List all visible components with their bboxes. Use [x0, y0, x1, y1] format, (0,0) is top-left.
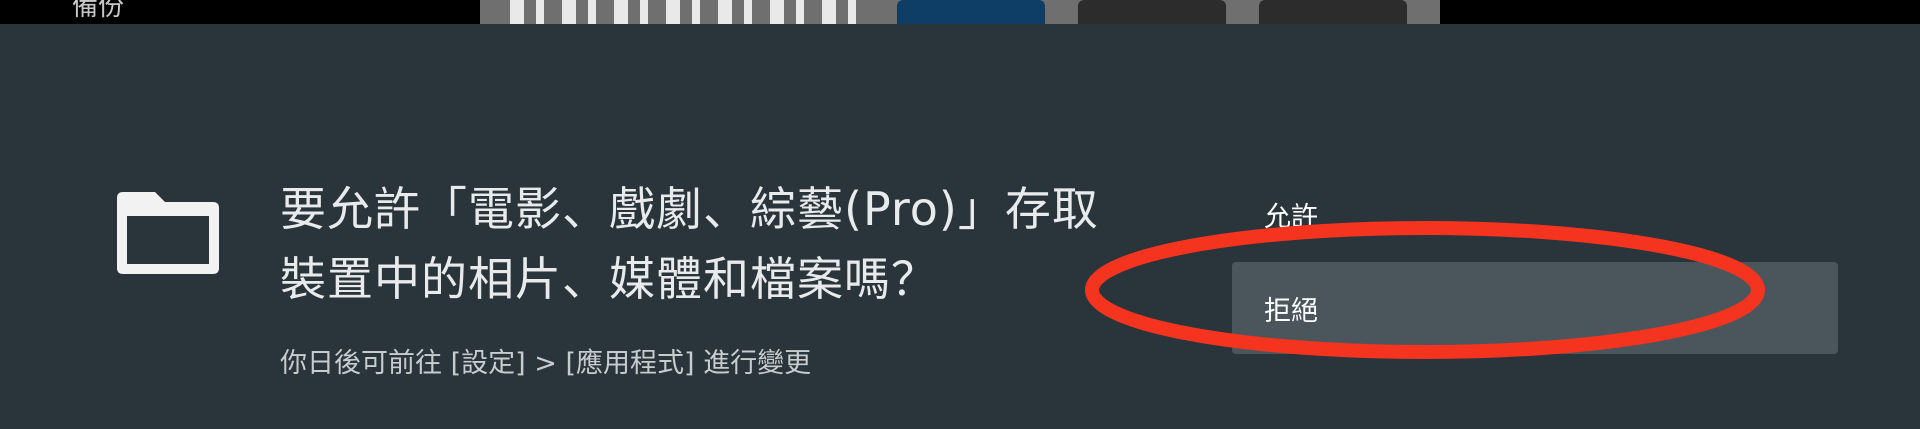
- allow-button[interactable]: 允許: [1232, 168, 1838, 260]
- background-tertiary-button: [1259, 0, 1407, 24]
- permission-title: 要允許「電影、戲劇、綜藝(Pro)」存取裝置中的相片、媒體和檔案嗎？: [280, 182, 1099, 306]
- background-app-label: 備份: [72, 0, 125, 22]
- background-primary-button: [897, 0, 1045, 24]
- screen: 備份 要允許「電影、戲劇、綜藝(Pro)」存取裝置中的相片、媒體和檔案嗎？ 你日…: [0, 0, 1920, 429]
- deny-button-label: 拒絕: [1264, 295, 1318, 327]
- folder-icon: [117, 192, 219, 274]
- background-secondary-button: [1078, 0, 1226, 24]
- allow-button-label: 允許: [1264, 201, 1318, 233]
- background-app-strip: 備份: [0, 0, 1920, 24]
- deny-button[interactable]: 拒絕: [1232, 262, 1838, 354]
- permission-subtitle: 你日後可前往 [設定] > [應用程式] 進行變更: [280, 348, 812, 379]
- background-qr-pattern: [510, 0, 870, 24]
- permission-dialog: 要允許「電影、戲劇、綜藝(Pro)」存取裝置中的相片、媒體和檔案嗎？ 你日後可前…: [0, 24, 1920, 429]
